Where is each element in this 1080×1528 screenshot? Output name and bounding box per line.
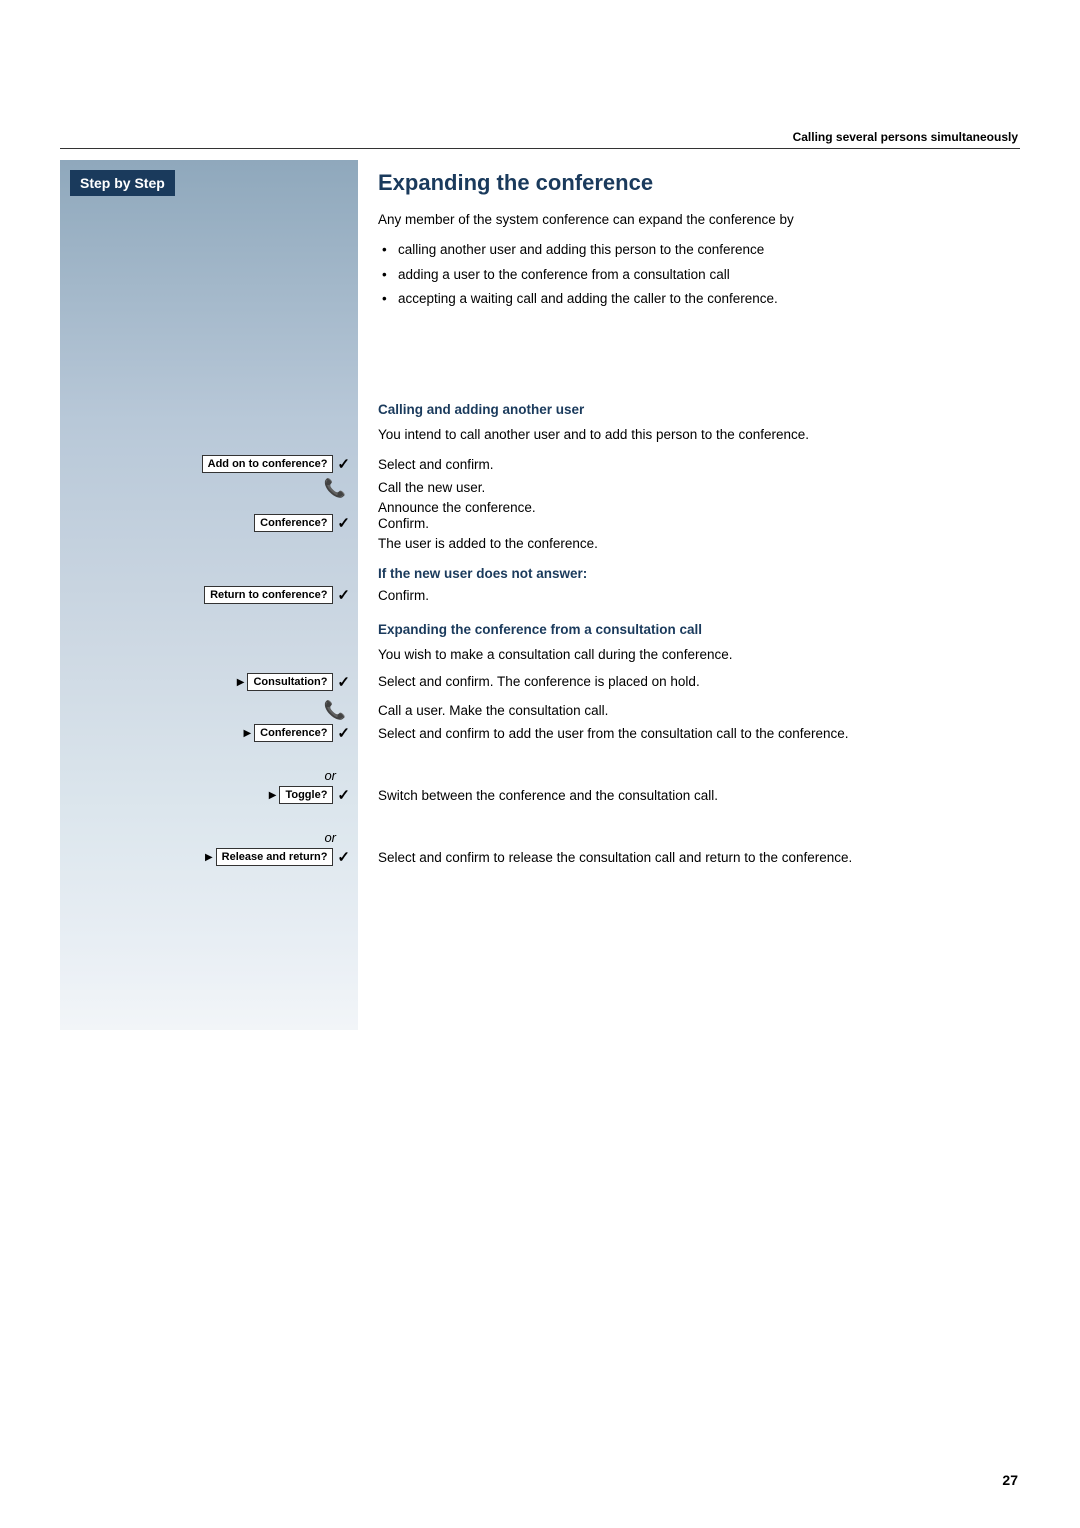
desc-consultation: Select and confirm. The conference is pl… bbox=[358, 672, 700, 692]
step-row-return: Return to conference? ✓ Confirm. bbox=[60, 586, 1018, 604]
subsection-consultation: Expanding the conference from a consulta… bbox=[378, 618, 1018, 675]
check-add-on: ✓ bbox=[337, 455, 350, 473]
step-box-conference-2: Conference? bbox=[254, 724, 333, 742]
step-row-phone-1: 📞 Call the new user.Announce the confere… bbox=[60, 478, 1018, 519]
step-box-return: Return to conference? bbox=[204, 586, 333, 604]
desc-release: Select and confirm to release the consul… bbox=[358, 848, 852, 868]
arrow-release: ▶ bbox=[205, 852, 213, 863]
step-row-phone-2: 📞 Call a user. Make the consultation cal… bbox=[60, 700, 1018, 721]
phone-icon-1: 📞 bbox=[324, 478, 346, 499]
or-label-2: or bbox=[60, 830, 358, 845]
step-row-conference-1: Conference? ✓ Confirm.The user is added … bbox=[60, 514, 1018, 555]
desc-toggle: Switch between the conference and the co… bbox=[358, 786, 718, 806]
step-box-toggle: Toggle? bbox=[279, 786, 333, 804]
step-box-conference-1: Conference? bbox=[254, 514, 333, 532]
or-label-1: or bbox=[60, 768, 358, 783]
step-box-consultation: Consultation? bbox=[247, 673, 333, 691]
arrow-consultation: ▶ bbox=[237, 677, 245, 688]
step-by-step-label: Step by Step bbox=[70, 170, 175, 196]
section-title: Expanding the conference bbox=[378, 170, 1018, 196]
page-container: Calling several persons simultaneously S… bbox=[0, 0, 1080, 1528]
step-row-add-on: Add on to conference? ✓ Select and confi… bbox=[60, 455, 1018, 473]
step-row-consultation: ▶ Consultation? ✓ Select and confirm. Th… bbox=[60, 672, 1018, 692]
step-box-release: Release and return? bbox=[216, 848, 334, 866]
desc-return: Confirm. bbox=[358, 588, 429, 603]
check-conference-1: ✓ bbox=[337, 514, 350, 532]
bullet-item-1: calling another user and adding this per… bbox=[378, 240, 1018, 260]
bullet-item-2: adding a user to the conference from a c… bbox=[378, 265, 1018, 285]
step-row-release: ▶ Release and return? ✓ Select and confi… bbox=[60, 848, 1018, 868]
header-title: Calling several persons simultaneously bbox=[793, 130, 1018, 144]
bullet-list: calling another user and adding this per… bbox=[378, 240, 1018, 309]
bullet-item-3: accepting a waiting call and adding the … bbox=[378, 289, 1018, 309]
step-box-add-on: Add on to conference? bbox=[202, 455, 334, 473]
phone-icon-2: 📞 bbox=[324, 700, 346, 721]
check-release: ✓ bbox=[337, 848, 350, 866]
subsection-calling-title: Calling and adding another user You inte… bbox=[378, 398, 1018, 455]
main-content: Expanding the conference Any member of t… bbox=[378, 170, 1018, 325]
desc-add-on: Select and confirm. bbox=[358, 457, 494, 472]
desc-phone-2: Call a user. Make the consultation call. bbox=[358, 703, 608, 718]
check-consultation: ✓ bbox=[337, 673, 350, 691]
desc-conference-2: Select and confirm to add the user from … bbox=[358, 724, 849, 744]
subsection-no-answer: If the new user does not answer: bbox=[378, 562, 1018, 589]
desc-phone-1: Call the new user.Announce the conferenc… bbox=[358, 478, 536, 519]
intro-text: Any member of the system conference can … bbox=[378, 210, 1018, 230]
desc-conference-1: Confirm.The user is added to the confere… bbox=[358, 514, 598, 555]
header-rule bbox=[60, 148, 1020, 149]
check-conference-2: ✓ bbox=[337, 724, 350, 742]
arrow-conference-2: ▶ bbox=[243, 728, 251, 739]
page-number: 27 bbox=[1002, 1472, 1018, 1488]
arrow-toggle: ▶ bbox=[269, 790, 277, 801]
check-return: ✓ bbox=[337, 586, 350, 604]
check-toggle: ✓ bbox=[337, 786, 350, 804]
step-row-toggle: ▶ Toggle? ✓ Switch between the conferenc… bbox=[60, 786, 1018, 806]
step-row-conference-2: ▶ Conference? ✓ Select and confirm to ad… bbox=[60, 724, 1018, 744]
